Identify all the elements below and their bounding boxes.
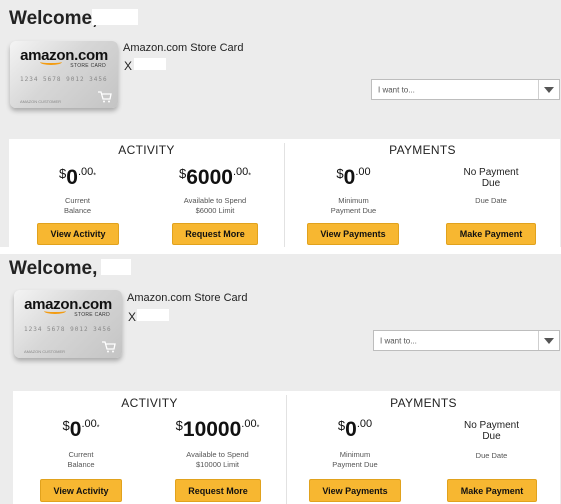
welcome-heading: Welcome, bbox=[9, 8, 98, 29]
dropdown-placeholder: I want to... bbox=[380, 336, 417, 345]
amazon-smile-icon bbox=[40, 59, 62, 65]
redacted-account-number bbox=[134, 58, 166, 70]
dropdown-placeholder: I want to... bbox=[378, 85, 415, 94]
card-holder: AMAZON CUSTOMER bbox=[20, 99, 62, 104]
due-date-column: No Payment Due Due Date Make Payment bbox=[422, 139, 560, 247]
card-title: Amazon.com Store Card bbox=[123, 42, 244, 54]
amazon-logo: amazon.com bbox=[24, 296, 112, 313]
card-title: Amazon.com Store Card bbox=[127, 292, 248, 304]
available-label-1: Available to Spend bbox=[186, 450, 249, 459]
available-limit-label: $10000 Limit bbox=[196, 460, 239, 469]
view-activity-button[interactable]: View Activity bbox=[37, 223, 119, 245]
store-card-image: amazon.com STORE CARD 1234 5678 9012 345… bbox=[10, 41, 118, 108]
card-masked-suffix: X bbox=[128, 310, 137, 324]
minimum-label-2: Payment Due bbox=[330, 206, 377, 215]
shopping-cart-icon bbox=[98, 91, 112, 103]
available-limit-label: $6000 Limit bbox=[195, 206, 235, 215]
minimum-payment-column: $0.00 Minimum Payment Due View Payments bbox=[285, 139, 422, 247]
card-number: 1234 5678 9012 3456 bbox=[24, 326, 112, 333]
make-payment-button[interactable]: Make Payment bbox=[446, 223, 536, 245]
minimum-label-2: Payment Due bbox=[332, 460, 378, 469]
request-more-button[interactable]: Request More bbox=[172, 223, 258, 245]
amazon-logo: amazon.com bbox=[20, 47, 108, 64]
chevron-down-icon[interactable] bbox=[538, 331, 559, 350]
store-card-label: STORE CARD bbox=[74, 312, 110, 318]
account-summary-panel-1: Welcome, amazon.com STORE CARD 1234 5678… bbox=[0, 0, 561, 247]
minimum-payment-amount: $0.00 bbox=[337, 418, 373, 441]
no-payment-line-2: Due bbox=[482, 431, 501, 442]
store-card-image: amazon.com STORE CARD 1234 5678 9012 345… bbox=[14, 290, 122, 358]
current-balance-label-1: Current bbox=[64, 196, 90, 205]
minimum-label-1: Minimum bbox=[339, 450, 371, 459]
no-payment-line-1: No Payment bbox=[463, 420, 520, 431]
view-payments-button[interactable]: View Payments bbox=[309, 479, 401, 502]
due-date-label: Due Date bbox=[475, 196, 507, 205]
view-payments-button[interactable]: View Payments bbox=[307, 223, 399, 245]
balance-column: $0.00* Current Balance View Activity bbox=[9, 139, 146, 247]
available-amount: $6000.00* bbox=[179, 166, 251, 189]
current-balance-label-1: Current bbox=[68, 450, 94, 459]
make-payment-button[interactable]: Make Payment bbox=[447, 479, 537, 502]
card-number: 1234 5678 9012 3456 bbox=[20, 76, 108, 83]
account-summary-panel-2: Welcome, amazon.com STORE CARD 1234 5678… bbox=[0, 254, 561, 504]
minimum-payment-column: $0.00 Minimum Payment Due View Payments bbox=[287, 391, 423, 504]
store-card-label: STORE CARD bbox=[70, 63, 106, 69]
shopping-cart-icon bbox=[102, 341, 116, 353]
current-balance-amount: $0.00* bbox=[59, 166, 96, 189]
redacted-account-number bbox=[137, 309, 169, 321]
balance-column: $0.00* Current Balance View Activity bbox=[13, 391, 149, 504]
due-date-column: No Payment Due Due Date Make Payment bbox=[423, 391, 560, 504]
summary-box: ACTIVITY PAYMENTS $0.00* Current Balance… bbox=[9, 139, 560, 247]
i-want-to-dropdown[interactable]: I want to... bbox=[371, 79, 560, 100]
card-masked-suffix: X bbox=[124, 59, 133, 73]
summary-box: ACTIVITY PAYMENTS $0.00* Current Balance… bbox=[13, 391, 560, 504]
available-column: $10000.00* Available to Spend $10000 Lim… bbox=[149, 391, 286, 504]
request-more-button[interactable]: Request More bbox=[175, 479, 261, 502]
i-want-to-dropdown[interactable]: I want to... bbox=[373, 330, 560, 351]
available-label-1: Available to Spend bbox=[183, 196, 247, 205]
current-balance-label-2: Balance bbox=[63, 206, 92, 215]
welcome-heading: Welcome, bbox=[9, 258, 98, 279]
current-balance-label-2: Balance bbox=[67, 460, 95, 469]
card-holder: AMAZON CUSTOMER bbox=[24, 349, 66, 354]
amazon-smile-icon bbox=[44, 308, 66, 314]
minimum-label-1: Minimum bbox=[338, 196, 369, 205]
due-date-label: Due Date bbox=[475, 451, 508, 460]
view-activity-button[interactable]: View Activity bbox=[40, 479, 122, 502]
redacted-name bbox=[101, 259, 131, 275]
redacted-name bbox=[92, 9, 138, 25]
chevron-down-icon[interactable] bbox=[538, 80, 559, 99]
available-column: $6000.00* Available to Spend $6000 Limit… bbox=[146, 139, 284, 247]
no-payment-line-2: Due bbox=[481, 178, 501, 189]
no-payment-line-1: No Payment bbox=[463, 167, 519, 178]
available-amount: $10000.00* bbox=[175, 418, 260, 441]
current-balance-amount: $0.00* bbox=[62, 418, 100, 441]
minimum-payment-amount: $0.00 bbox=[336, 166, 371, 189]
